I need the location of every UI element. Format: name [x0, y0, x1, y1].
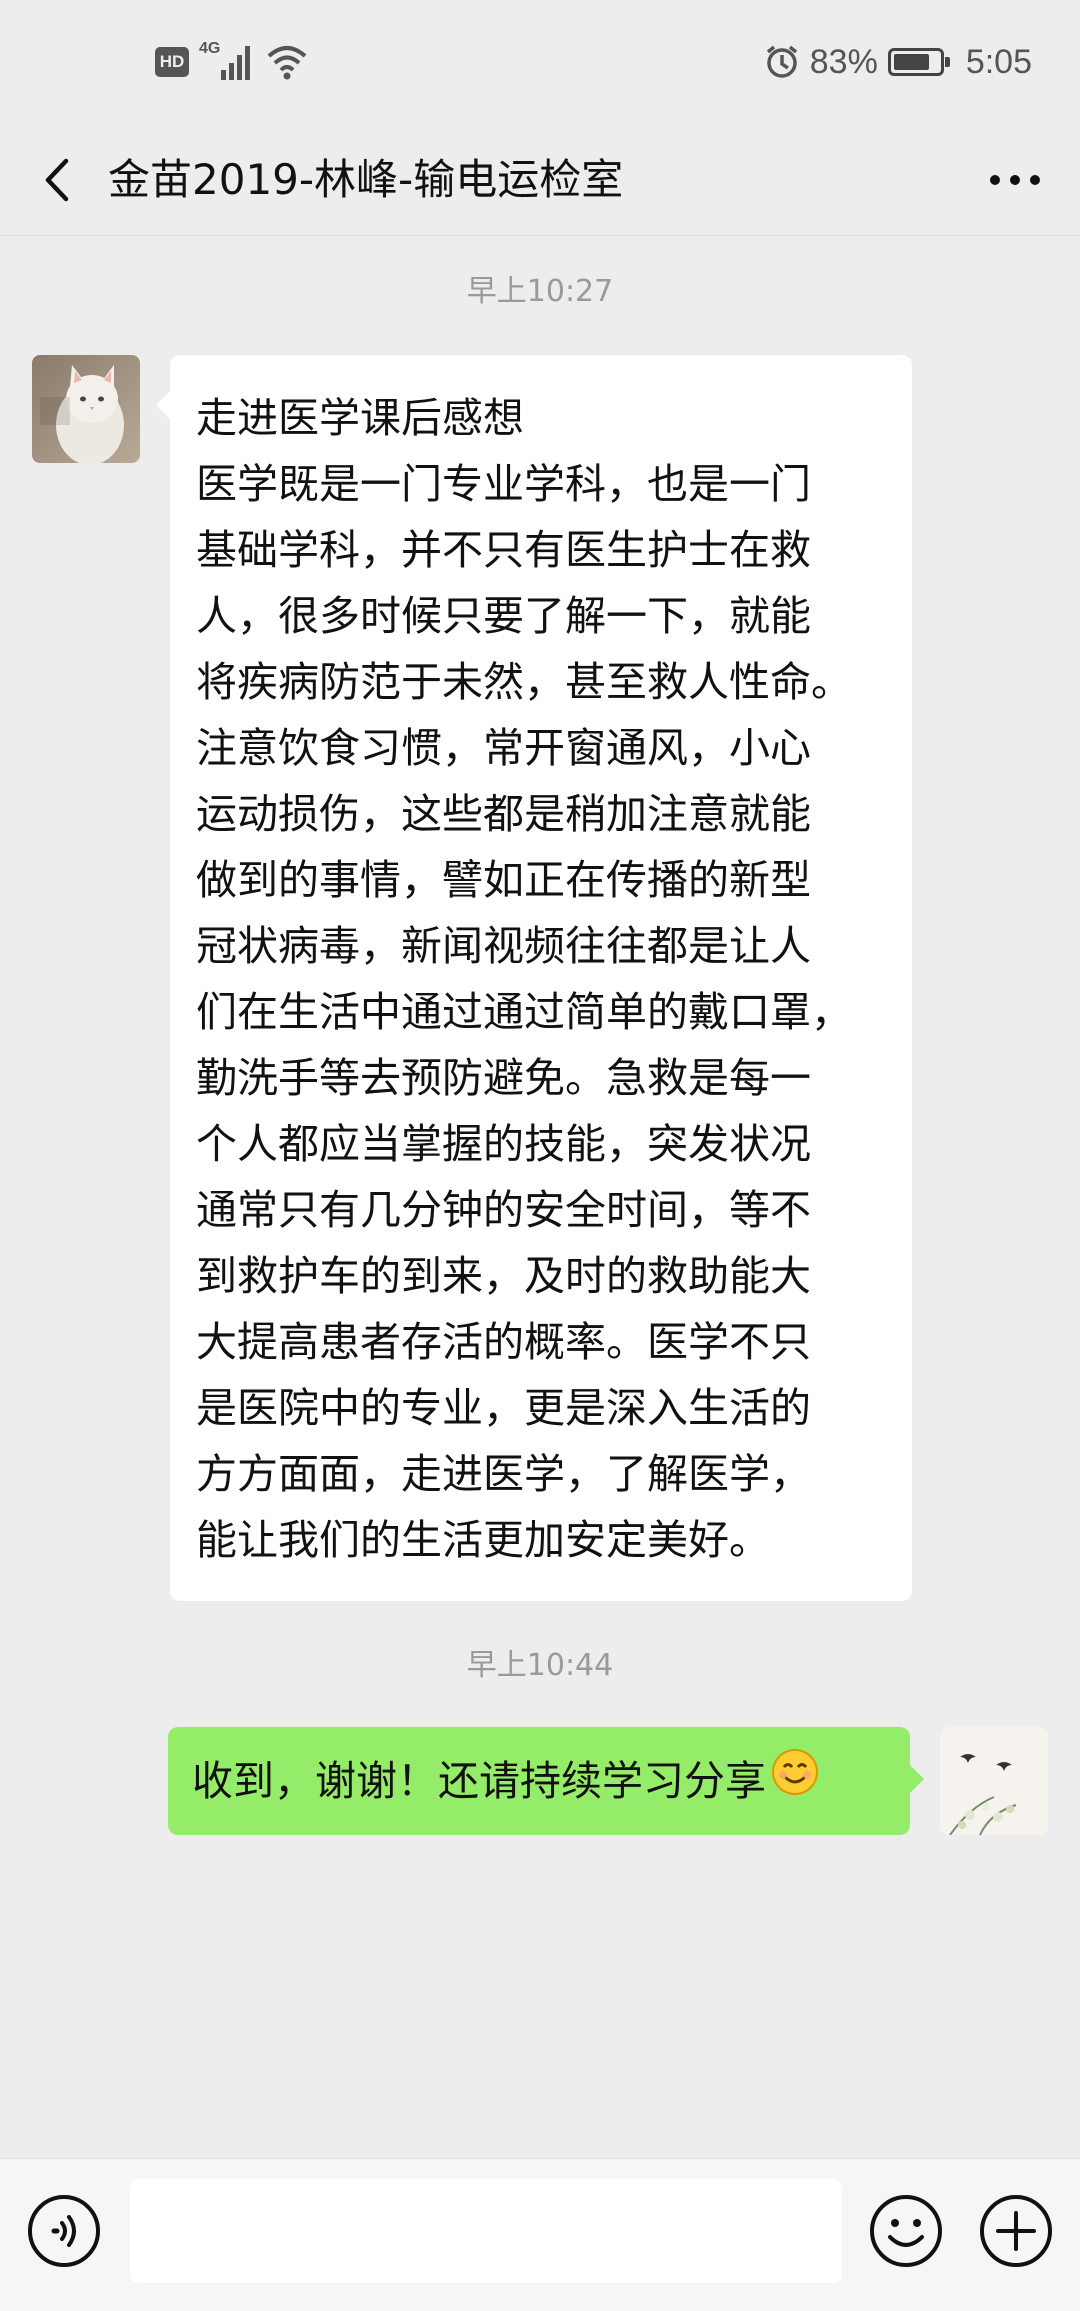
- emoji-icon: [870, 2195, 942, 2267]
- message-timestamp: 早上10:27: [466, 274, 614, 309]
- message-text-line: 是医院中的专业，更是深入生活的: [196, 1384, 811, 1432]
- battery-level: [893, 54, 930, 70]
- message-text-line: 将疾病防范于未然，甚至救人性命。: [196, 658, 852, 706]
- message-text-line: 做到的事情，譬如正在传播的新型: [196, 856, 811, 904]
- plus-icon: [980, 2195, 1052, 2267]
- wifi-icon: [265, 42, 309, 82]
- input-bar: [0, 2158, 1080, 2311]
- message-text-line: 大提高患者存活的概率。医学不只: [196, 1318, 811, 1366]
- battery-percent: 83%: [809, 42, 878, 81]
- message-timestamp: 早上10:44: [466, 1648, 614, 1683]
- clock: 5:05: [965, 42, 1032, 81]
- status-right: 83% 5:05: [764, 36, 1032, 88]
- message-text-line: 冠状病毒，新闻视频往往都是让人: [196, 922, 811, 970]
- more-functions-button[interactable]: [976, 2191, 1056, 2271]
- message-text-line: 到救护车的到来，及时的救助能大: [196, 1252, 811, 1300]
- back-button[interactable]: [28, 150, 88, 210]
- message-text-line: 人，很多时候只要了解一下，就能: [196, 592, 811, 640]
- message-input[interactable]: [130, 2179, 842, 2283]
- sender-avatar[interactable]: [32, 355, 140, 463]
- status-left: HD 4G: [155, 40, 309, 84]
- my-avatar[interactable]: [940, 1727, 1048, 1835]
- chevron-left-icon: [45, 158, 69, 202]
- message-text-line: 注意饮食习惯，常开窗通风，小心: [196, 724, 811, 772]
- more-options-button[interactable]: [980, 150, 1050, 210]
- voice-icon: [28, 2195, 100, 2267]
- hd-badge: HD: [155, 47, 189, 77]
- message-heading-line: 走进医学课后感想: [196, 394, 524, 442]
- message-text-line: 勤洗手等去预防避免。急救是每一: [196, 1054, 811, 1102]
- message-text-line: 个人都应当掌握的技能，突发状况: [196, 1120, 811, 1168]
- alarm-icon: [764, 44, 800, 80]
- signal-icon: 4G: [199, 40, 255, 82]
- message-text-line: 医学既是一门专业学科，也是一门: [196, 460, 811, 508]
- message-text-line: 运动损伤，这些都是稍加注意就能: [196, 790, 811, 838]
- more-dots-icon: [990, 175, 1040, 185]
- message-text-line: 方方面面，走进医学，了解医学，: [196, 1450, 811, 1498]
- message-text-line: 能让我们的生活更加安定美好。: [196, 1516, 770, 1564]
- incoming-message-bubble[interactable]: 走进医学课后感想医学既是一门专业学科，也是一门 基础学科，并不只有医生护士在救 人，…: [156, 355, 912, 1601]
- outgoing-message-bubble[interactable]: 收到，谢谢！还请持续学习分享: [168, 1727, 924, 1835]
- cat-avatar-image: [32, 355, 140, 463]
- voice-button[interactable]: [24, 2191, 104, 2271]
- swallows-avatar-image: [940, 1727, 1048, 1835]
- outgoing-message-text: 收到，谢谢！还请持续学习分享: [192, 1757, 766, 1805]
- message-text-line: 通常只有几分钟的安全时间，等不: [196, 1186, 811, 1234]
- chat-header: 金苗2019-林峰-输电运检室: [0, 125, 1080, 236]
- battery-icon: [887, 48, 950, 76]
- message-text-line: 基础学科，并不只有医生护士在救: [196, 526, 811, 574]
- emoji-button[interactable]: [866, 2191, 946, 2271]
- message-text-line: 们在生活中通过通过简单的戴口罩，: [196, 988, 852, 1036]
- status-bar: HD 4G 83% 5:05: [0, 0, 1080, 125]
- chat-title: 金苗2019-林峰-输电运检室: [108, 155, 624, 204]
- smile-emoji-icon: [770, 1747, 820, 1816]
